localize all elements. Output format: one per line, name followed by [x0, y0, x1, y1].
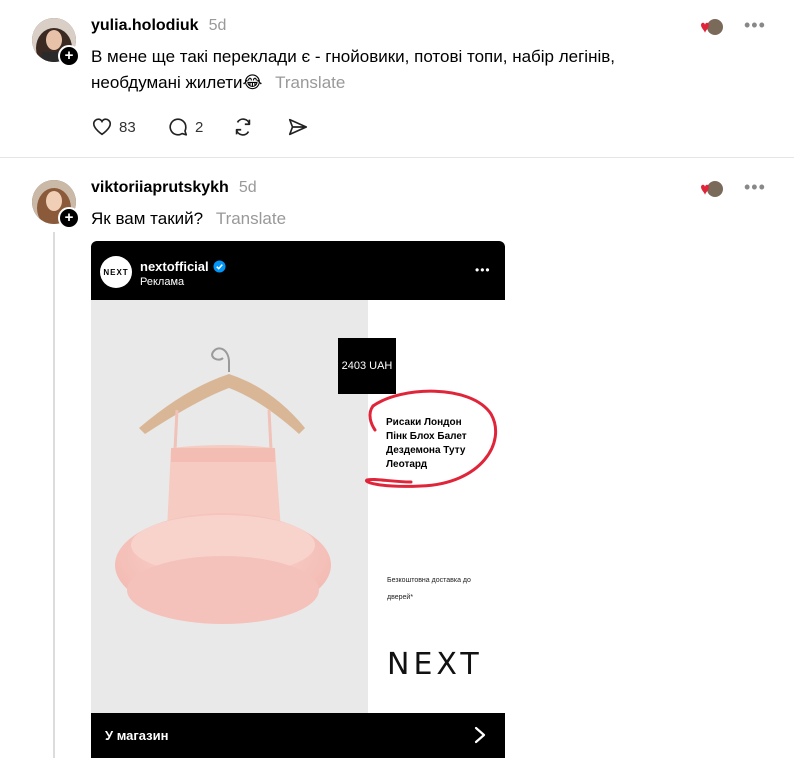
thread-line [53, 232, 55, 758]
follow-plus-icon[interactable]: + [58, 207, 80, 229]
post-text: Як вам такий? [91, 209, 204, 228]
embedded-ad-card[interactable]: NEXT nextofficial Реклама ••• 2403 UAH Р… [91, 241, 505, 758]
timestamp: 5d [238, 179, 257, 196]
share-icon [288, 118, 308, 136]
username[interactable]: viktoriiaprutskykh [91, 179, 229, 197]
chevron-right-icon [474, 726, 486, 744]
more-icon[interactable]: ••• [744, 15, 766, 36]
post-text-line: необдумані жилети😂 [91, 73, 263, 92]
product-name: Рисаки Лондон Пінк Блох Балет Дездемона … [386, 416, 467, 472]
timestamp: 5d [208, 17, 227, 34]
like-button[interactable]: 83 [91, 116, 136, 138]
share-button[interactable] [287, 116, 309, 143]
liked-by-avatars[interactable] [697, 18, 725, 38]
more-icon[interactable]: ••• [475, 263, 491, 277]
liked-by-avatars[interactable] [697, 180, 725, 200]
verified-icon [213, 260, 226, 273]
product-name-line: Рисаки Лондон [386, 417, 462, 428]
more-icon[interactable]: ••• [744, 177, 766, 198]
brand-avatar[interactable]: NEXT [100, 256, 132, 288]
username[interactable]: yulia.holodiuk [91, 17, 199, 35]
heart-icon [92, 118, 112, 136]
delivery-line: Безкоштовна доставка до [387, 577, 471, 584]
repost-icon [235, 118, 251, 136]
delivery-line: дверей* [387, 594, 414, 601]
translate-link[interactable]: Translate [275, 73, 345, 92]
follow-plus-icon[interactable]: + [58, 45, 80, 67]
comment-icon [169, 118, 188, 136]
shop-button[interactable]: У магазин [91, 713, 505, 758]
product-photo [91, 300, 368, 713]
product-name-line: Пінк Блох Балет [386, 431, 467, 442]
repost-button[interactable] [232, 116, 254, 143]
shop-label: У магазин [105, 728, 169, 743]
brand-wordmark: NEXT [387, 647, 483, 682]
like-count: 83 [119, 118, 136, 136]
sponsored-label: Реклама [140, 276, 185, 288]
reply-count: 2 [195, 118, 204, 136]
delivery-note: Безкоштовна доставка до дверей* [387, 572, 471, 606]
account-name[interactable]: nextofficial [140, 259, 209, 274]
reply-button[interactable]: 2 [167, 116, 203, 138]
product-name-line: Леотард [386, 459, 428, 470]
product-name-line: Дездемона Туту [386, 445, 466, 456]
post-divider [0, 157, 794, 158]
translate-link[interactable]: Translate [216, 209, 286, 228]
post-text-line: В мене ще такі переклади є - гнойовики, … [91, 47, 615, 66]
